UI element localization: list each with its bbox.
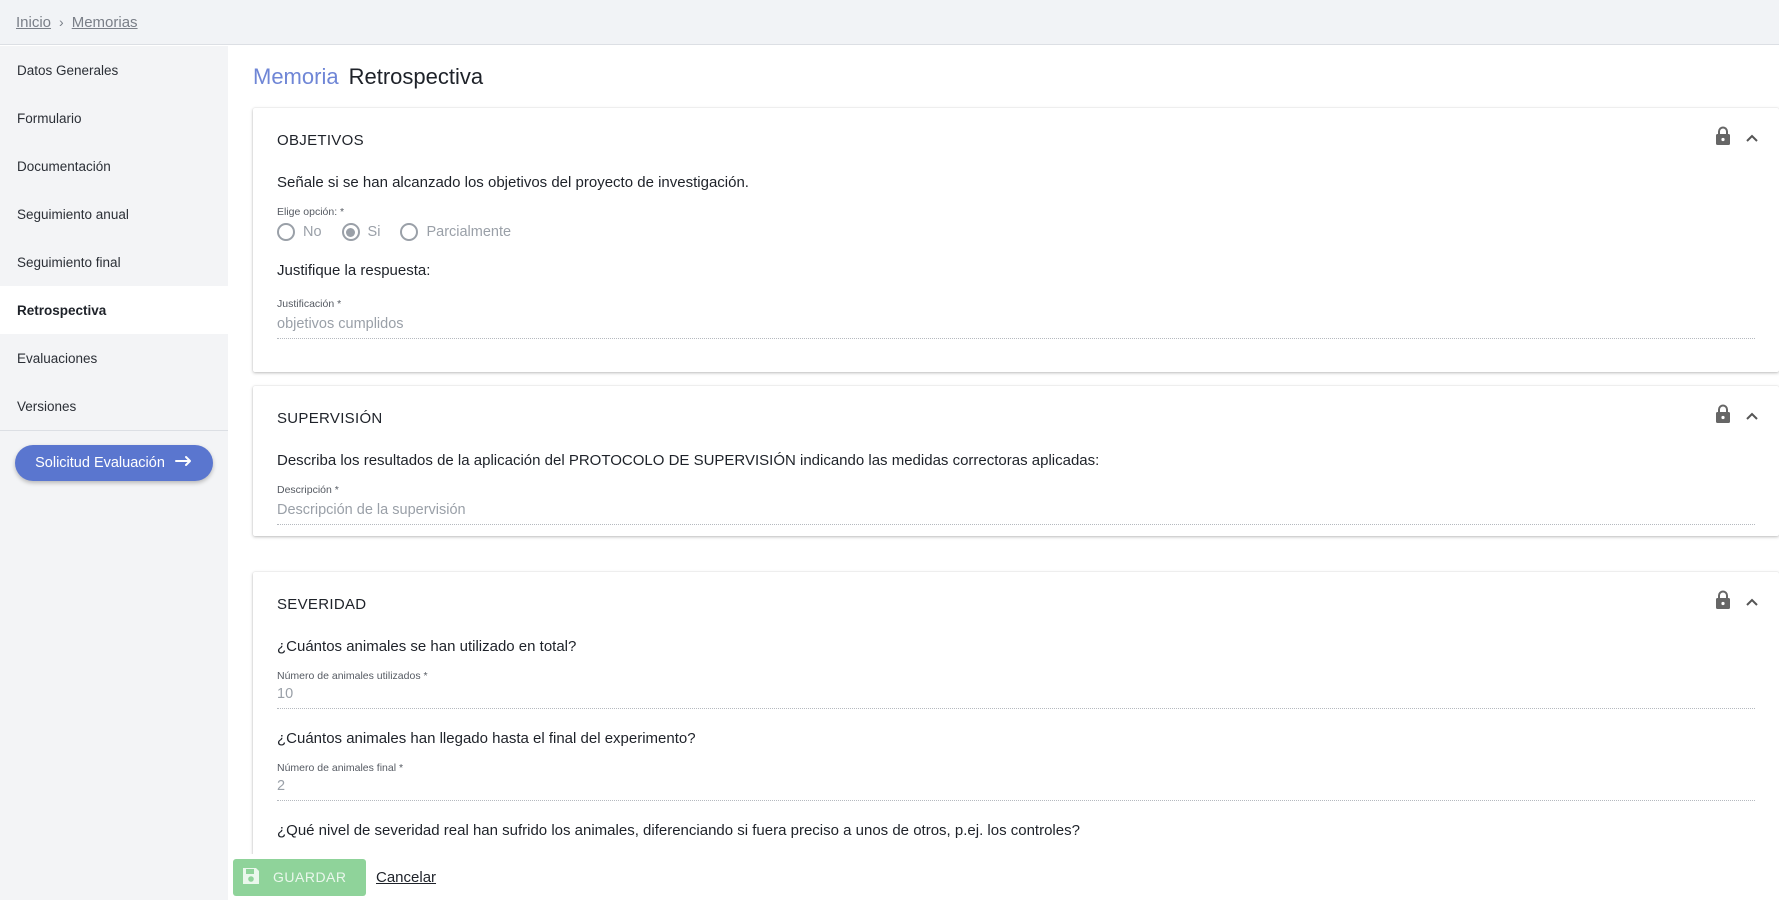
sidebar-item-versiones[interactable]: Versiones: [0, 382, 228, 430]
animales-final-label: Número de animales final *: [277, 762, 404, 774]
radio-option-si[interactable]: Si: [341, 223, 381, 241]
radio-circle[interactable]: [277, 223, 295, 241]
save-icon: [241, 866, 261, 889]
sidebar-item-formulario[interactable]: Formulario: [0, 94, 228, 142]
severidad-question-3: ¿Qué nivel de severidad real han sufrido…: [277, 822, 1080, 839]
chevron-up-icon[interactable]: [1745, 408, 1759, 426]
justificacion-label: Justificación *: [277, 298, 342, 310]
breadcrumb-home-link[interactable]: Inicio: [16, 14, 51, 31]
animales-final-field[interactable]: 2: [277, 778, 1755, 801]
lock-icon: [1715, 126, 1731, 151]
radio-label: Parcialmente: [426, 224, 512, 240]
main-content: Memoria Retrospectiva OBJETIVOS Señale si…: [228, 46, 1779, 854]
radio-option-no[interactable]: No: [277, 223, 322, 241]
form-footer: GUARDAR Cancelar: [228, 854, 1779, 900]
sidebar-item-seguimiento-anual[interactable]: Seguimiento anual: [0, 190, 228, 238]
sidebar-item-evaluaciones[interactable]: Evaluaciones: [0, 334, 228, 382]
justificacion-field[interactable]: objetivos cumplidos: [277, 316, 1755, 339]
radio-option-parcialmente[interactable]: Parcialmente: [400, 223, 511, 241]
sidebar-item-seguimiento-final[interactable]: Seguimiento final: [0, 238, 228, 286]
supervision-title: SUPERVISIÓN: [277, 410, 383, 427]
chevron-up-icon[interactable]: [1745, 130, 1759, 148]
objetivos-radio-group: No Si Parcialmente: [277, 223, 525, 241]
breadcrumb-memorias-link[interactable]: Memorias: [72, 14, 138, 31]
sidebar-item-retrospectiva[interactable]: Retrospectiva: [0, 286, 228, 334]
page-title-text: Retrospectiva: [348, 64, 484, 89]
page-title: Memoria Retrospectiva: [253, 64, 483, 90]
sidebar: Datos Generales Formulario Documentación…: [0, 46, 228, 900]
page-title-prefix: Memoria: [253, 64, 339, 89]
animales-utilizados-label: Número de animales utilizados *: [277, 670, 428, 682]
severidad-title: SEVERIDAD: [277, 596, 367, 613]
descripcion-field[interactable]: Descripción de la supervisión: [277, 502, 1755, 525]
sidebar-item-documentacion[interactable]: Documentación: [0, 142, 228, 190]
objetivos-panel: OBJETIVOS Señale si se han alcanzado los…: [253, 108, 1779, 372]
objetivos-question: Señale si se han alcanzado los objetivos…: [277, 174, 749, 191]
radio-circle[interactable]: [400, 223, 419, 241]
supervision-question: Describa los resultados de la aplicación…: [277, 452, 1100, 469]
arrow-right-icon: [174, 455, 193, 471]
breadcrumb-separator: ›: [59, 14, 64, 30]
lock-icon: [1715, 590, 1731, 615]
breadcrumb: Inicio › Memorias: [0, 0, 1779, 45]
radio-label: Si: [367, 224, 381, 240]
option-label: Elige opción: *: [277, 206, 345, 218]
severidad-panel: SEVERIDAD ¿Cuántos animales se han utili…: [253, 572, 1779, 854]
cancel-link[interactable]: Cancelar: [376, 869, 436, 886]
objetivos-title: OBJETIVOS: [277, 132, 364, 149]
sidebar-divider: [0, 430, 228, 431]
severidad-question-1: ¿Cuántos animales se han utilizado en to…: [277, 638, 577, 655]
animales-utilizados-field[interactable]: 10: [277, 686, 1755, 709]
solicitud-evaluacion-button[interactable]: Solicitud Evaluación: [15, 445, 213, 481]
radio-label: No: [303, 224, 322, 240]
solicitud-evaluacion-label: Solicitud Evaluación: [35, 455, 165, 471]
save-button[interactable]: GUARDAR: [233, 858, 366, 896]
lock-icon: [1715, 404, 1731, 429]
chevron-up-icon[interactable]: [1745, 594, 1759, 612]
sidebar-item-datos-generales[interactable]: Datos Generales: [0, 46, 228, 94]
descripcion-label: Descripción *: [277, 484, 339, 496]
justify-question: Justifique la respuesta:: [277, 262, 431, 279]
severidad-question-2: ¿Cuántos animales han llegado hasta el f…: [277, 730, 696, 747]
radio-circle-checked[interactable]: [341, 223, 360, 241]
save-button-label: GUARDAR: [273, 869, 347, 885]
supervision-panel: SUPERVISIÓN Describa los resultados de l…: [253, 386, 1779, 536]
